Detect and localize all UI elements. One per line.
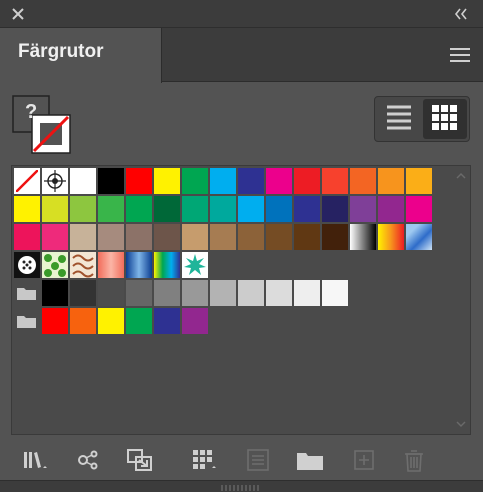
swatch[interactable]	[210, 280, 236, 306]
color-group-folder-icon[interactable]	[14, 280, 40, 306]
swatch[interactable]	[154, 224, 180, 250]
swatch[interactable]	[42, 308, 68, 334]
double-chevron-icon[interactable]	[451, 5, 471, 23]
swatch-pattern-dots[interactable]	[14, 252, 40, 278]
swatch[interactable]	[154, 280, 180, 306]
swatch[interactable]	[126, 224, 152, 250]
swatch[interactable]	[98, 224, 124, 250]
swatch[interactable]	[70, 280, 96, 306]
swatch[interactable]	[266, 168, 292, 194]
swatch[interactable]	[238, 196, 264, 222]
swatch[interactable]	[182, 196, 208, 222]
color-group-icon[interactable]	[243, 446, 273, 474]
new-color-group-icon[interactable]	[295, 446, 325, 474]
swatch[interactable]	[98, 280, 124, 306]
swatch-pattern-green[interactable]	[42, 252, 68, 278]
swatch[interactable]	[210, 168, 236, 194]
swatch[interactable]	[266, 280, 292, 306]
swatch[interactable]	[406, 196, 432, 222]
swatch[interactable]	[42, 196, 68, 222]
swatch[interactable]	[322, 196, 348, 222]
list-view-button[interactable]	[377, 99, 421, 139]
swatch[interactable]	[126, 168, 152, 194]
swatch-grad-bw[interactable]	[350, 224, 376, 250]
swatch[interactable]	[14, 224, 40, 250]
fill-stroke-indicator[interactable]: ?	[12, 95, 72, 155]
swatch[interactable]	[294, 224, 320, 250]
swatch[interactable]	[294, 280, 320, 306]
swatch[interactable]	[98, 196, 124, 222]
swatch[interactable]	[322, 168, 348, 194]
swatch[interactable]	[70, 168, 96, 194]
swatch[interactable]	[238, 168, 264, 194]
swatch[interactable]	[322, 280, 348, 306]
tab-swatches[interactable]: Färgrutor	[0, 28, 162, 83]
swatch-grad-rainbow[interactable]	[154, 252, 180, 278]
swatch[interactable]	[70, 224, 96, 250]
swatch-grad-orange[interactable]	[378, 224, 404, 250]
swatch[interactable]	[378, 196, 404, 222]
hamburger-menu-icon[interactable]	[449, 46, 471, 64]
swatch-grad-salmon[interactable]	[98, 252, 124, 278]
swatch-registration[interactable]	[42, 168, 68, 194]
swatch[interactable]	[126, 308, 152, 334]
swatch-kinds-icon[interactable]	[74, 446, 104, 474]
delete-swatch-icon[interactable]	[399, 446, 429, 474]
swatch[interactable]	[126, 280, 152, 306]
swatch[interactable]	[182, 308, 208, 334]
grid-view-button[interactable]	[423, 99, 467, 139]
swatch[interactable]	[210, 196, 236, 222]
swatch[interactable]	[154, 308, 180, 334]
swatch[interactable]	[98, 168, 124, 194]
swatch[interactable]	[294, 196, 320, 222]
view-toggle	[374, 96, 470, 142]
question-mark-icon: ?	[25, 101, 38, 123]
swatch[interactable]	[350, 168, 376, 194]
swatch[interactable]	[294, 168, 320, 194]
swatch[interactable]	[406, 168, 432, 194]
swatch[interactable]	[210, 224, 236, 250]
new-swatch-icon[interactable]	[349, 446, 379, 474]
place-swatches-icon[interactable]	[125, 446, 155, 474]
swatch[interactable]	[182, 168, 208, 194]
swatch-grad-blue[interactable]	[126, 252, 152, 278]
swatch[interactable]	[266, 196, 292, 222]
tab-bar: Färgrutor	[0, 28, 483, 83]
fill-stroke-graphic	[12, 95, 71, 154]
tab-label: Färgrutor	[18, 41, 104, 62]
grip-lines	[221, 485, 259, 491]
swatch[interactable]	[350, 196, 376, 222]
grid-view-icon	[432, 105, 457, 130]
swatch-none[interactable]	[14, 168, 40, 194]
panel-titlebar	[0, 0, 483, 28]
swatch[interactable]	[378, 168, 404, 194]
scrollbar[interactable]	[454, 168, 468, 432]
list-view-icon	[387, 105, 411, 130]
swatch-pattern-brown[interactable]	[70, 252, 96, 278]
resize-grip[interactable]	[0, 480, 483, 492]
swatch[interactable]	[238, 280, 264, 306]
swatch-options-icon[interactable]	[189, 446, 219, 474]
swatch[interactable]	[154, 196, 180, 222]
swatch-grad-checker[interactable]	[406, 224, 432, 250]
swatch[interactable]	[42, 280, 68, 306]
swatch[interactable]	[14, 196, 40, 222]
close-icon[interactable]	[8, 4, 28, 24]
swatch[interactable]	[70, 196, 96, 222]
bottom-toolbar	[0, 440, 483, 480]
swatch[interactable]	[126, 196, 152, 222]
swatch[interactable]	[266, 224, 292, 250]
swatch[interactable]	[42, 224, 68, 250]
swatch[interactable]	[70, 308, 96, 334]
swatch-libraries-icon[interactable]	[21, 446, 51, 474]
swatch-grid	[11, 165, 471, 435]
swatch[interactable]	[154, 168, 180, 194]
swatch-pattern-star[interactable]	[182, 252, 208, 278]
swatch[interactable]	[182, 280, 208, 306]
swatch[interactable]	[238, 224, 264, 250]
color-group-folder-icon[interactable]	[14, 308, 40, 334]
swatch[interactable]	[322, 224, 348, 250]
swatch[interactable]	[182, 224, 208, 250]
swatch[interactable]	[98, 308, 124, 334]
